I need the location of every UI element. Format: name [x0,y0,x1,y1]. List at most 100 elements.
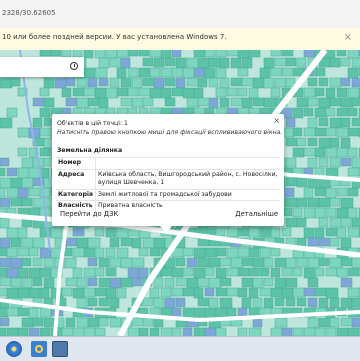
info-icon[interactable] [70,62,78,70]
land-parcel[interactable] [340,57,351,67]
land-parcel[interactable] [318,157,329,168]
land-parcel[interactable] [17,187,29,199]
land-parcel[interactable] [83,87,96,97]
land-parcel[interactable] [248,50,261,58]
land-parcel[interactable] [215,67,227,79]
land-parcel[interactable] [6,107,18,118]
land-parcel[interactable] [204,50,216,58]
land-parcel[interactable] [274,317,288,328]
land-parcel[interactable] [303,287,316,297]
land-parcel[interactable] [296,57,307,68]
land-parcel[interactable] [193,307,207,318]
land-parcel[interactable] [72,50,83,58]
land-parcel[interactable] [39,147,51,157]
land-parcel[interactable] [347,187,359,197]
land-parcel[interactable] [270,87,281,98]
land-parcel[interactable] [263,77,275,89]
land-parcel[interactable] [281,267,293,277]
land-parcel[interactable] [241,57,253,69]
land-parcel[interactable] [83,287,96,298]
land-parcel[interactable] [241,77,255,87]
land-parcel[interactable] [116,50,130,58]
land-parcel[interactable] [347,167,360,177]
land-parcel[interactable] [127,327,140,336]
land-parcel[interactable] [307,117,318,129]
land-parcel[interactable] [263,297,274,309]
land-parcel[interactable] [6,227,20,239]
land-parcel[interactable] [336,267,348,278]
land-parcel[interactable] [21,257,32,267]
land-parcel[interactable] [98,297,110,307]
land-parcel[interactable] [285,197,299,208]
land-parcel[interactable] [314,107,328,118]
land-parcel[interactable] [10,277,22,288]
land-parcel[interactable] [340,317,354,327]
land-parcel[interactable] [10,237,22,248]
land-parcel[interactable] [39,50,52,57]
land-parcel[interactable] [318,297,329,309]
land-parcel[interactable] [274,257,287,268]
land-parcel[interactable] [303,327,317,336]
land-parcel[interactable] [226,227,239,238]
land-parcel[interactable] [281,227,292,237]
land-parcel[interactable] [83,50,94,59]
land-parcel[interactable] [296,257,308,268]
land-parcel[interactable] [120,257,134,269]
land-parcel[interactable] [32,117,43,128]
land-parcel[interactable] [336,327,350,336]
land-parcel[interactable] [6,187,19,198]
land-parcel[interactable] [0,177,12,189]
land-parcel[interactable] [65,97,79,107]
land-parcel[interactable] [120,277,134,288]
land-parcel[interactable] [149,247,161,257]
land-parcel[interactable] [208,57,222,68]
land-parcel[interactable] [318,97,331,109]
land-parcel[interactable] [270,287,284,298]
land-parcel[interactable] [270,67,283,77]
land-parcel[interactable] [0,237,11,249]
land-parcel[interactable] [50,227,63,239]
land-parcel[interactable] [314,267,325,277]
land-parcel[interactable] [204,267,215,277]
land-parcel[interactable] [219,77,230,89]
land-parcel[interactable] [21,157,34,169]
land-parcel[interactable] [259,227,273,238]
land-parcel[interactable] [296,177,308,188]
land-parcel[interactable] [17,167,29,179]
land-parcel[interactable] [340,217,352,228]
land-parcel[interactable] [109,77,120,88]
land-parcel[interactable] [340,157,352,167]
land-parcel[interactable] [351,297,360,308]
land-parcel[interactable] [307,177,319,189]
land-parcel[interactable] [175,257,186,267]
land-parcel[interactable] [98,317,109,327]
land-parcel[interactable] [329,297,340,309]
land-parcel[interactable] [204,247,218,258]
land-parcel[interactable] [237,50,251,59]
land-parcel[interactable] [303,87,317,98]
land-parcel[interactable] [32,97,46,107]
land-parcel[interactable] [303,207,316,219]
land-parcel[interactable] [270,247,281,257]
land-parcel[interactable] [197,297,211,307]
land-parcel[interactable] [0,217,10,229]
land-parcel[interactable] [314,127,327,137]
land-parcel[interactable] [182,287,195,297]
land-parcel[interactable] [94,87,107,99]
land-parcel[interactable] [329,217,343,228]
land-parcel[interactable] [197,97,211,107]
land-parcel[interactable] [171,287,184,297]
land-parcel[interactable] [329,157,341,168]
land-parcel[interactable] [292,147,305,158]
land-parcel[interactable] [340,77,351,87]
search-input[interactable] [0,57,64,77]
land-parcel[interactable] [241,277,254,288]
land-parcel[interactable] [65,257,77,269]
land-parcel[interactable] [329,257,343,269]
land-parcel[interactable] [230,57,242,69]
land-parcel[interactable] [241,297,252,309]
land-parcel[interactable] [226,287,239,297]
land-parcel[interactable] [303,107,314,117]
land-parcel[interactable] [0,277,12,287]
land-parcel[interactable] [292,287,306,298]
